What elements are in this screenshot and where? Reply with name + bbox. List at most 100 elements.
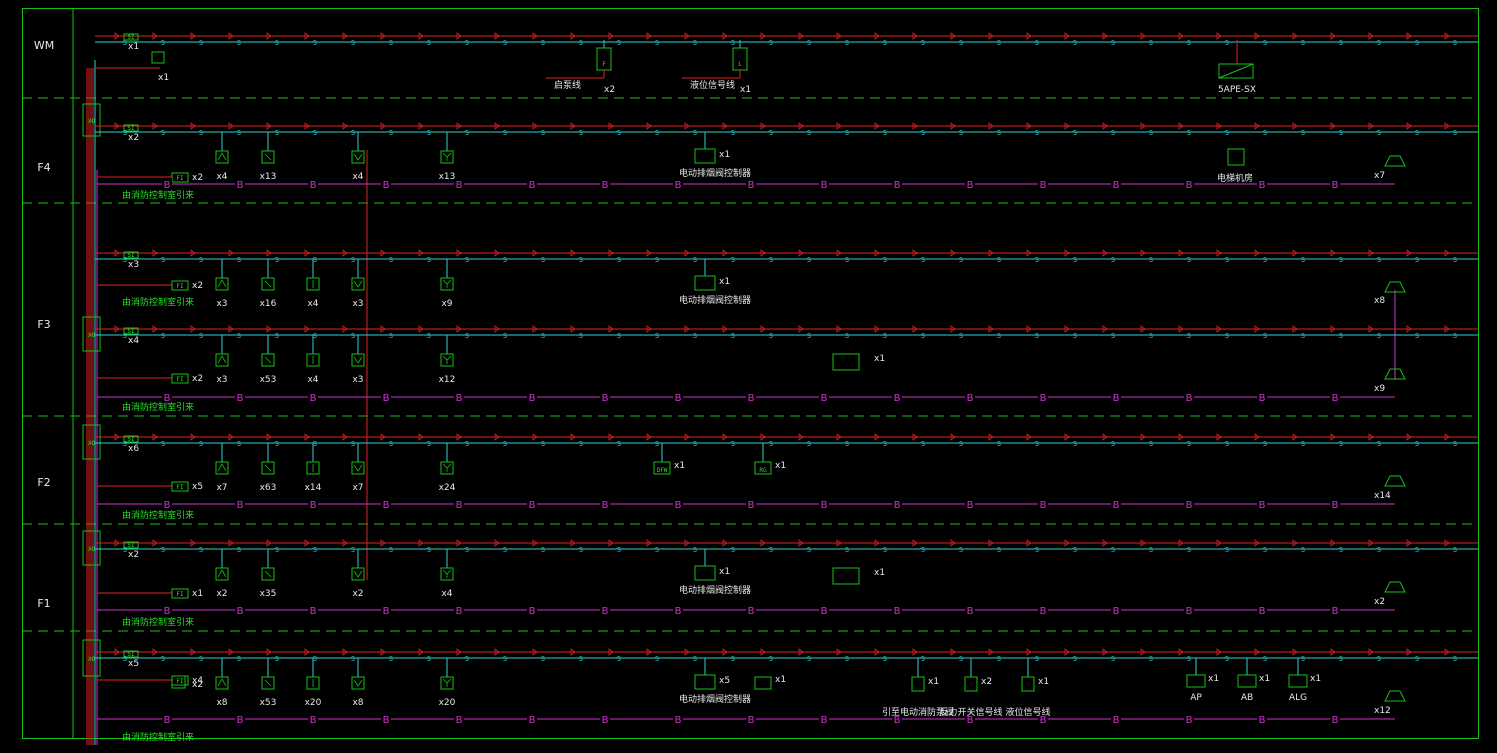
row-f1-signal-marker: S [1415,655,1419,663]
row-f3-fi-label: FI [176,376,184,383]
row-f4-broadcast-marker: B [894,180,901,191]
row-f4-signal-marker: S [845,129,849,137]
row-f3-signal-marker: S [199,332,203,340]
row-f1-upper-dev-count-2: x2 [352,589,363,599]
row-f3-broadcast-marker: B [821,393,828,404]
wm-signal-marker: S [1187,39,1191,47]
row-f1-upper-broadcast-marker: B [529,606,536,617]
row-f1-upper-speaker-icon [1384,581,1406,593]
row-f3-fi-count: x2 [192,374,203,384]
row-f3-signal-marker: S [1301,332,1305,340]
wm-signal-marker: S [275,39,279,47]
row-f4-signal-marker: S [1339,129,1343,137]
row-f1-signal-marker: S [1111,655,1115,663]
row-f2-signal-marker: S [237,440,241,448]
row-f3-upper-dev-count-1: x16 [260,299,277,309]
row-f3-broadcast-marker: B [529,393,536,404]
row-f1-signal-marker: S [693,655,697,663]
row-f2-signal-marker: S [997,440,1001,448]
row-f3-dev-count-0: x3 [216,375,227,385]
row-f4-signal-marker: S [617,129,621,137]
row-f3-signal-marker: S [1339,332,1343,340]
row-f2-signal-marker: S [1453,440,1457,448]
row-f3-broadcast-marker: B [1186,393,1193,404]
row-f1-aux-count-1: x2 [981,677,992,687]
row-f1-upper-si-count: x2 [128,550,139,560]
row-f2-broadcast-marker: B [675,500,682,511]
row-f3-si-count: x4 [128,336,139,346]
row-f3-signal-marker: S [579,332,583,340]
row-f1-dev-count-4: x20 [439,698,456,708]
wm-signal-marker: S [161,39,165,47]
row-f2-dev-1-manual-icon [264,464,272,472]
wm-signal-marker: S [617,39,621,47]
row-f3-signal-marker: S [769,332,773,340]
wm-level-switch-code: L [738,61,742,68]
row-f3-upper-signal-marker: S [503,256,507,264]
row-f1-upper-signal-marker: S [1453,546,1457,554]
wm-panel-label: 5APE-SX [1218,85,1256,95]
row-f1-broadcast-marker: B [1332,715,1339,726]
row-f4-broadcast-marker: B [383,180,390,191]
row-f2-broadcast-marker: B [383,500,390,511]
row-f4-signal-marker: S [275,129,279,137]
row-f3-upper-dev-1-manual-icon [264,280,272,288]
row-f1-broadcast-marker: B [1259,715,1266,726]
row-f2-extra-code-1: RG [759,467,767,474]
row-f3-signal-marker: S [427,332,431,340]
row-f1-dev-3-heat-icon [353,679,363,687]
row-f2-signal-marker: S [617,440,621,448]
row-f1-upper-signal-marker: S [1225,546,1229,554]
row-f4-dev-count-0: x4 [216,172,227,182]
row-f1-signal-marker: S [465,655,469,663]
row-f4-speaker-icon [1384,155,1406,167]
wm-signal-marker: S [465,39,469,47]
row-f2-signal-marker: S [1301,440,1305,448]
x0-label-3: XO [88,546,96,553]
row-f1-upper-signal-marker: S [1415,546,1419,554]
row-f1-panel-label-0: AP [1190,693,1202,703]
wm-signal-marker: S [427,39,431,47]
row-f2-dev-4-y-icon [442,463,452,472]
row-f3-signal-marker: S [1111,332,1115,340]
row-f1-signal-marker: S [617,655,621,663]
row-f4-signal-marker: S [1263,129,1267,137]
row-f3-dev-count-3: x3 [352,375,363,385]
row-f1-signal-marker: S [845,655,849,663]
row-f2-signal-marker: S [1377,440,1381,448]
row-f1-signal-marker: S [1301,655,1305,663]
row-f2-si-label: SI [127,436,135,443]
row-f1-broadcast-marker: B [821,715,828,726]
row-f3-signal-marker: S [161,332,165,340]
row-f2-signal-marker: S [275,440,279,448]
row-f1-signal-marker: S [389,655,393,663]
wm-signal-marker: S [1263,39,1267,47]
row-f4-signal-marker: S [997,129,1001,137]
row-f1-panel-label-2: ALG [1289,693,1307,703]
row-f1-upper-broadcast-marker: B [748,606,755,617]
row-f4-signal-marker: S [351,129,355,137]
row-f2-broadcast-marker: B [456,500,463,511]
row-f1-broadcast-marker: B [1186,715,1193,726]
row-f3-broadcast-marker: B [602,393,609,404]
row-f3-upper-fi-label: FI [176,283,184,290]
row-f3-signal-marker: S [1149,332,1153,340]
row-f3-signal-marker: S [807,332,811,340]
row-f2-broadcast-marker: B [1186,500,1193,511]
row-f1-upper-signal-marker: S [1187,546,1191,554]
row-f1-aux-count-2: x1 [1038,677,1049,687]
wm-signal-marker: S [1073,39,1077,47]
row-f1-signal-marker: S [427,655,431,663]
row-f2-broadcast-marker: B [1113,500,1120,511]
row-f4-signal-marker: S [1111,129,1115,137]
row-f1-upper-broadcast-marker: B [1113,606,1120,617]
row-f2-signal-marker: S [161,440,165,448]
row-f4-signal-marker: S [807,129,811,137]
row-f3-dev-3-heat-icon [353,356,363,364]
row-f4-fi-label: FI [176,175,184,182]
row-f1-upper-dev-3-y-icon [442,569,452,578]
row-f4-extra-box [1227,148,1245,166]
row-f3-valve-count: x1 [874,354,885,364]
row-f4-signal-marker: S [731,129,735,137]
row-f3-upper-signal-marker: S [313,256,317,264]
